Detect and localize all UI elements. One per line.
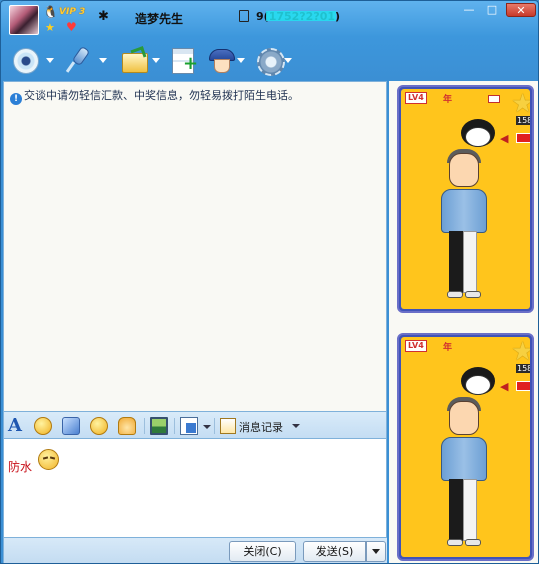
status-icon: ✱ [98, 9, 109, 24]
qq-show-card-self[interactable]: LV4 年 ★ 158 ◀ [397, 333, 534, 561]
input-toolbar: A 消息记录 [3, 412, 387, 439]
figure-pants-left [449, 231, 463, 293]
star-icon: ★ [45, 21, 55, 34]
security-notice-text: 交谈中请勿轻信汇款、中奖信息，勿轻易拨打陌生电话。 [24, 89, 299, 102]
figure-shoe-right [465, 539, 481, 546]
magic-emoji-icon[interactable] [62, 417, 80, 435]
figure-pants-left [449, 479, 463, 541]
microphone-icon[interactable] [63, 45, 93, 75]
more-icon[interactable] [516, 381, 530, 391]
chat-window: 🐧 VIP 3 ★ ♥ ✱ 造梦先生 9(1752?2?01) — □ ✕ !交… [0, 0, 539, 564]
minimize-button[interactable]: — [459, 3, 479, 17]
star-count: 158 [516, 116, 530, 125]
year-label: 年 [443, 343, 453, 353]
toolbar-divider [174, 418, 175, 434]
year-label: 年 [443, 95, 453, 105]
avatar-figure [437, 119, 507, 309]
gear-icon[interactable] [254, 45, 285, 76]
police-icon[interactable] [206, 45, 236, 75]
title-bar[interactable]: 🐧 VIP 3 ★ ♥ ✱ 造梦先生 9(1752?2?01) — □ ✕ [1, 1, 538, 37]
star-icon: ★ [511, 91, 530, 117]
figure-shoe-left [447, 539, 463, 546]
qq-show-panel: LV4 年 ★ 158 ◀ [389, 81, 538, 563]
figure-shoe-left [447, 291, 463, 298]
star-icon: ★ [511, 339, 530, 365]
toolbar-divider [214, 418, 215, 434]
avatar-figure [437, 367, 507, 557]
qq-penguin-icon: 🐧 [43, 5, 58, 19]
show-card-inner: LV4 年 ★ 158 ◀ [401, 337, 530, 557]
video-dropdown-arrow[interactable] [46, 58, 54, 63]
file-dropdown-arrow[interactable] [152, 58, 160, 63]
camera-icon[interactable] [11, 45, 41, 75]
maximize-button[interactable]: □ [482, 3, 502, 17]
fun-icon[interactable] [90, 417, 108, 435]
figure-pants-right [463, 479, 477, 541]
image-icon[interactable] [150, 417, 168, 435]
message-input[interactable]: 防水 [3, 439, 387, 538]
screenshot-dropdown-arrow[interactable] [203, 425, 211, 429]
star-count: 158 [516, 364, 530, 373]
heart-icon: ♥ [66, 20, 77, 34]
shake-icon[interactable] [118, 417, 136, 435]
note-add-icon[interactable] [169, 45, 199, 75]
main-toolbar [1, 41, 538, 81]
font-icon[interactable]: A [8, 417, 26, 435]
qq-show-card-contact[interactable]: LV4 年 ★ 158 ◀ [397, 85, 534, 313]
level-badge: LV4 [405, 340, 427, 352]
info-icon: ! [10, 93, 22, 105]
show-card-inner: LV4 年 ★ 158 ◀ [401, 89, 530, 309]
action-bar: 关闭(C) 发送(S) [3, 538, 387, 563]
contact-nickname[interactable]: 造梦先生 [135, 10, 183, 27]
level-badge: LV4 [405, 92, 427, 104]
figure-shirt [441, 189, 487, 233]
voice-dropdown-arrow[interactable] [99, 58, 107, 63]
doll-face [465, 127, 491, 147]
vip-badge[interactable]: VIP 3 [59, 7, 85, 17]
close-button[interactable]: 关闭(C) [229, 541, 296, 562]
settings-dropdown-arrow[interactable] [284, 58, 292, 63]
figure-head [449, 153, 479, 187]
send-options-button[interactable] [366, 541, 386, 562]
security-notice: ! 交谈中请勿轻信汇款、中奖信息，勿轻易拨打陌生电话。 [10, 87, 299, 105]
history-icon[interactable] [220, 418, 236, 434]
qq-number-highlight [266, 11, 336, 21]
report-dropdown-arrow[interactable] [237, 58, 245, 63]
mail-icon[interactable] [488, 95, 500, 103]
figure-shirt [441, 437, 487, 481]
doll-face [465, 375, 491, 395]
toolbar-divider [144, 418, 145, 434]
message-history-button[interactable]: 消息记录 [239, 419, 283, 435]
screenshot-icon[interactable] [180, 417, 198, 435]
chat-history[interactable]: ! 交谈中请勿轻信汇款、中奖信息，勿轻易拨打陌生电话。 [3, 81, 387, 412]
close-window-button[interactable]: ✕ [506, 3, 536, 17]
embarrassed-emoji-icon [38, 449, 59, 470]
history-dropdown-arrow[interactable] [292, 424, 300, 428]
mobile-icon [239, 10, 249, 22]
more-icon[interactable] [516, 133, 530, 143]
smiley-icon[interactable] [34, 417, 52, 435]
figure-pants-right [463, 231, 477, 293]
contact-avatar[interactable] [9, 5, 39, 35]
figure-shoe-right [465, 291, 481, 298]
figure-head [449, 401, 479, 435]
folder-icon[interactable] [119, 45, 149, 75]
send-button[interactable]: 发送(S) [303, 541, 366, 562]
message-input-text: 防水 [8, 460, 33, 474]
